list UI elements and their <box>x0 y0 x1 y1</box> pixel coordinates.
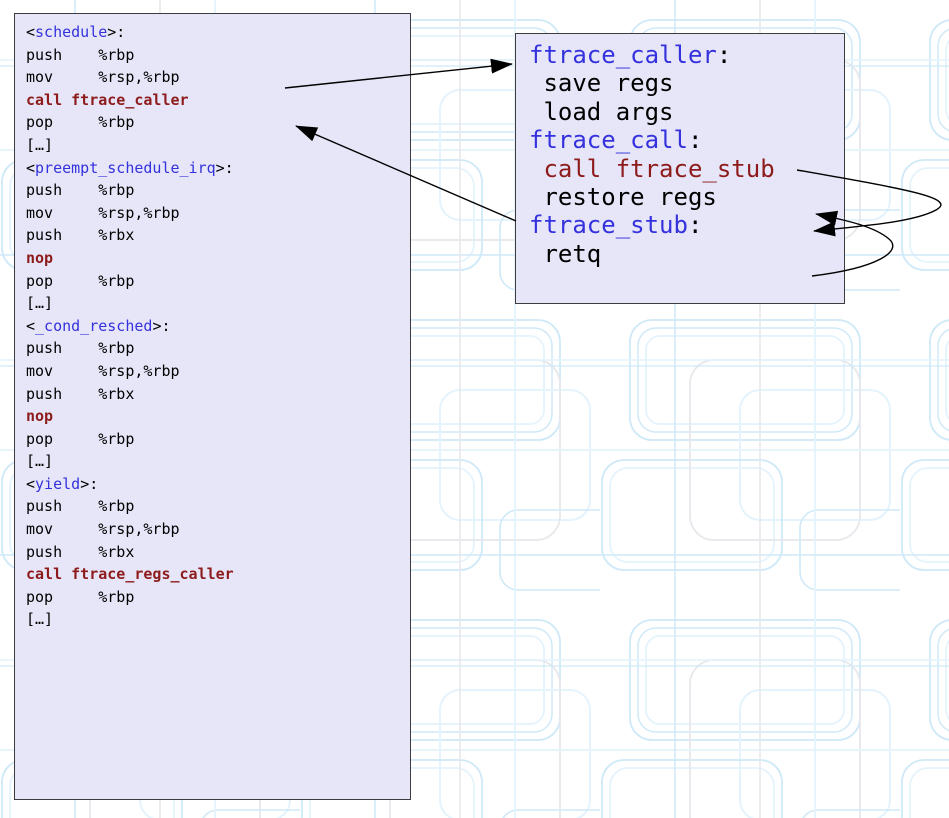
code-line: push %rbp <box>26 44 410 67</box>
code-label: _cond_resched <box>35 317 152 335</box>
code-label: yield <box>35 475 80 493</box>
code-text: push %rbx <box>26 385 134 403</box>
code-text: retq <box>529 240 601 268</box>
code-highlight: call ftrace_stub <box>529 155 775 183</box>
ftrace-trampoline-box: ftrace_caller: save regs load argsftrace… <box>515 33 845 304</box>
code-text: push %rbp <box>26 497 134 515</box>
code-line: mov %rsp,%rbp <box>26 66 410 89</box>
code-line: ftrace_stub: <box>529 211 844 239</box>
code-line: call ftrace_caller <box>26 89 410 112</box>
code-line: nop <box>26 247 410 270</box>
code-text: […] <box>26 294 53 312</box>
code-label: schedule <box>35 23 107 41</box>
code-label: ftrace_caller <box>529 41 717 69</box>
code-line: ftrace_caller: <box>529 41 844 69</box>
code-line: <_cond_resched>: <box>26 315 410 338</box>
code-line: pop %rbp <box>26 270 410 293</box>
code-text: pop %rbp <box>26 113 134 131</box>
code-line: <schedule>: <box>26 21 410 44</box>
code-line: push %rbx <box>26 541 410 564</box>
code-line: pop %rbp <box>26 111 410 134</box>
code-line: push %rbp <box>26 179 410 202</box>
code-text: : <box>717 41 731 69</box>
code-line: […] <box>26 450 410 473</box>
code-text: push %rbp <box>26 339 134 357</box>
code-line: mov %rsp,%rbp <box>26 360 410 383</box>
code-line: push %rbx <box>26 383 410 406</box>
code-text: mov %rsp,%rbp <box>26 362 180 380</box>
code-line: pop %rbp <box>26 428 410 451</box>
code-text: push %rbx <box>26 226 134 244</box>
code-text: < <box>26 475 35 493</box>
code-line: push %rbx <box>26 224 410 247</box>
code-text: push %rbp <box>26 181 134 199</box>
code-text: >: <box>152 317 170 335</box>
code-line: […] <box>26 608 410 631</box>
code-text: push %rbx <box>26 543 134 561</box>
code-text: pop %rbp <box>26 588 134 606</box>
code-text: >: <box>216 159 234 177</box>
code-text: […] <box>26 452 53 470</box>
code-text: pop %rbp <box>26 272 134 290</box>
trampoline-code: ftrace_caller: save regs load argsftrace… <box>529 41 844 268</box>
code-text: mov %rsp,%rbp <box>26 68 180 86</box>
code-line: […] <box>26 134 410 157</box>
code-label: ftrace_stub <box>529 211 688 239</box>
code-text: mov %rsp,%rbp <box>26 204 180 222</box>
code-line: nop <box>26 405 410 428</box>
code-line: mov %rsp,%rbp <box>26 202 410 225</box>
code-text: < <box>26 159 35 177</box>
disassembly-box: <schedule>:push %rbpmov %rsp,%rbpcall ft… <box>14 13 411 800</box>
code-line: push %rbp <box>26 495 410 518</box>
code-text: […] <box>26 610 53 628</box>
code-text: push %rbp <box>26 46 134 64</box>
code-text: mov %rsp,%rbp <box>26 520 180 538</box>
code-line: push %rbp <box>26 337 410 360</box>
code-text: < <box>26 317 35 335</box>
code-text: pop %rbp <box>26 430 134 448</box>
code-line: save regs <box>529 69 844 97</box>
code-line: ftrace_call: <box>529 126 844 154</box>
code-line: mov %rsp,%rbp <box>26 518 410 541</box>
code-text: : <box>688 211 702 239</box>
code-text: restore regs <box>529 183 717 211</box>
code-line: […] <box>26 292 410 315</box>
code-text: […] <box>26 136 53 154</box>
code-highlight: call ftrace_regs_caller <box>26 565 234 583</box>
code-text: >: <box>80 475 98 493</box>
code-line: <preempt_schedule_irq>: <box>26 157 410 180</box>
code-label: ftrace_call <box>529 126 688 154</box>
code-line: call ftrace_regs_caller <box>26 563 410 586</box>
code-line: load args <box>529 98 844 126</box>
code-line: <yield>: <box>26 473 410 496</box>
code-text: >: <box>107 23 125 41</box>
code-line: call ftrace_stub <box>529 155 844 183</box>
code-text: : <box>688 126 702 154</box>
code-highlight: call ftrace_caller <box>26 91 189 109</box>
code-highlight: nop <box>26 249 53 267</box>
code-text: load args <box>529 98 674 126</box>
code-text: < <box>26 23 35 41</box>
code-label: preempt_schedule_irq <box>35 159 216 177</box>
code-line: retq <box>529 240 844 268</box>
code-line: pop %rbp <box>26 586 410 609</box>
code-text: save regs <box>529 69 674 97</box>
disassembly-code: <schedule>:push %rbpmov %rsp,%rbpcall ft… <box>26 21 410 631</box>
code-highlight: nop <box>26 407 53 425</box>
code-line: restore regs <box>529 183 844 211</box>
